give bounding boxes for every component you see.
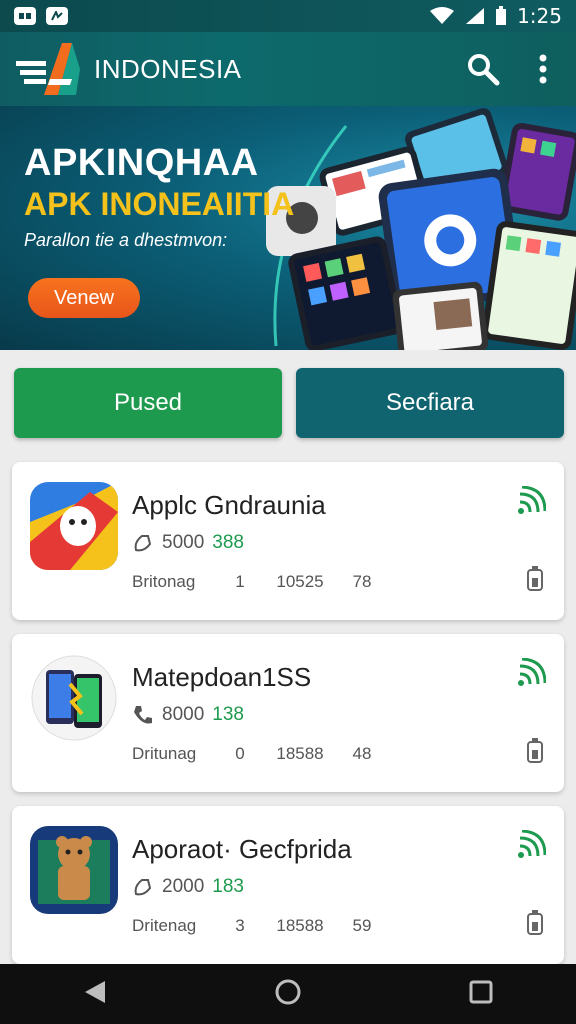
battery-icon — [496, 6, 507, 25]
app-stats: Dritunag 0 18588 48 — [132, 744, 382, 764]
recents-icon — [469, 980, 493, 1003]
download-count: 5000 — [162, 532, 205, 553]
app-logo — [16, 43, 80, 95]
app-name: Matepdoan1SS — [132, 662, 312, 692]
home-button[interactable] — [274, 978, 302, 1011]
notification-icons — [14, 7, 68, 25]
stat-label: Dritenag — [132, 916, 197, 935]
app-name: Applc Gndraunia — [132, 490, 326, 520]
back-button[interactable] — [83, 979, 107, 1010]
rating-value: 138 — [212, 704, 244, 725]
battery-icon — [527, 738, 543, 763]
stat-value: 3 — [235, 916, 245, 935]
app-bar: INDONESIA — [0, 32, 576, 106]
notification-icon — [14, 7, 36, 25]
back-icon — [85, 980, 106, 1003]
hero-title: APKINQHAA — [24, 142, 259, 184]
stat-value: 1 — [235, 572, 245, 591]
more-options-button[interactable] — [524, 50, 562, 88]
battery-icon — [527, 566, 543, 591]
hero-banner: APKINQHAA APK INONEAIITIA Parallon tie a… — [0, 106, 576, 350]
app-meta: 5000 388 — [132, 532, 244, 554]
more-vert-icon — [539, 54, 547, 84]
action-buttons: Pused Secfiara — [14, 368, 564, 438]
stat-label: Britonag — [132, 572, 196, 591]
stat-value: 0 — [235, 744, 245, 763]
app-meta: 8000 138 — [132, 704, 244, 726]
app-icon — [30, 654, 118, 742]
app-name: Aporaot· Gecfprida — [132, 834, 352, 864]
stat-label: Dritunag — [132, 744, 197, 763]
download-count: 8000 — [162, 704, 205, 725]
recents-button[interactable] — [469, 980, 493, 1009]
rating-icon — [134, 879, 152, 896]
signal-icon — [466, 8, 485, 24]
stat-value: 59 — [352, 916, 372, 935]
app-icon — [30, 826, 118, 914]
wifi-icon — [430, 7, 455, 24]
app-meta: 2000 183 — [132, 876, 244, 898]
search-icon — [468, 54, 500, 86]
phone-icon — [134, 706, 152, 724]
search-button[interactable] — [464, 50, 502, 88]
status-time: 1:25 — [517, 4, 562, 28]
stat-value: 18588 — [276, 916, 324, 935]
signal-strength-icon — [518, 486, 546, 514]
battery-icon — [527, 910, 543, 935]
download-count: 2000 — [162, 876, 205, 897]
app-card[interactable]: Matepdoan1SS 8000 138 Dritunag 0 18588 4… — [12, 634, 564, 792]
app-card[interactable]: Applc Gndraunia 5000 388 Britonag 1 1052… — [12, 462, 564, 620]
hero-view-button[interactable]: Venew — [28, 278, 140, 318]
status-bar: 1:25 — [0, 0, 576, 32]
system-nav-bar — [0, 964, 576, 1024]
rating-value: 183 — [212, 876, 244, 897]
notification-icon — [46, 7, 68, 25]
app-card[interactable]: Aporaot· Gecfprida 2000 183 Dritenag 3 1… — [12, 806, 564, 964]
signal-strength-icon — [518, 830, 546, 858]
app-stats: Britonag 1 10525 78 — [132, 572, 382, 592]
rating-value: 388 — [212, 532, 244, 553]
primary-action-button[interactable]: Pused — [14, 368, 282, 438]
app-title: INDONESIA — [94, 53, 242, 84]
app-stats: Dritenag 3 18588 59 — [132, 916, 382, 936]
stat-value: 48 — [352, 744, 372, 763]
rating-icon — [134, 535, 152, 552]
hero-description: Parallon tie a dhestmvon: — [24, 230, 228, 250]
stat-value: 10525 — [276, 572, 324, 591]
home-icon — [275, 979, 301, 1004]
secondary-action-button[interactable]: Secfiara — [296, 368, 564, 438]
stat-value: 78 — [352, 572, 372, 591]
app-icon — [30, 482, 118, 570]
hero-subtitle: APK INONEAIITIA — [24, 186, 295, 222]
signal-strength-icon — [518, 658, 546, 686]
phones-illustration — [266, 108, 576, 350]
stat-value: 18588 — [276, 744, 324, 763]
